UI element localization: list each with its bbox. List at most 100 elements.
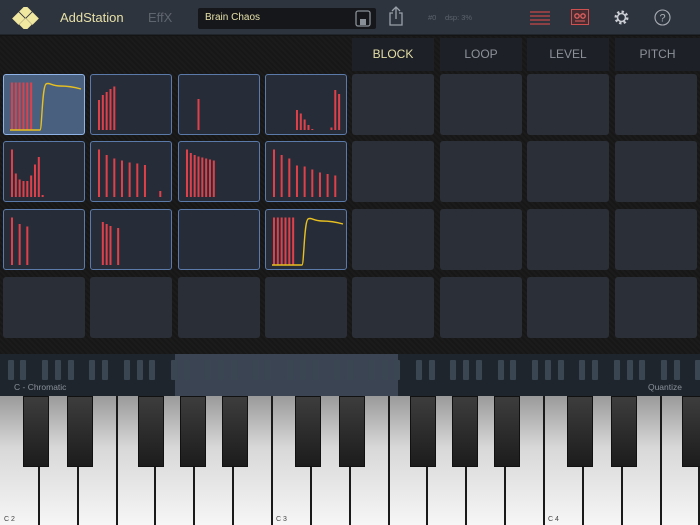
black-key[interactable] [294, 396, 321, 467]
empty-pad[interactable] [440, 74, 522, 135]
empty-pad[interactable] [352, 209, 434, 270]
mini-key [660, 360, 667, 380]
block-pad[interactable] [178, 209, 260, 270]
harmonic-bar [14, 82, 17, 130]
keyboard-range-strip[interactable]: C - Chromatic Quantize [0, 354, 700, 396]
empty-pad[interactable] [615, 141, 697, 202]
black-key[interactable] [66, 396, 93, 467]
harmonic-bar [22, 181, 25, 197]
harmonic-bar [30, 175, 33, 197]
harmonic-bar [284, 217, 287, 265]
recorder-icon[interactable] [571, 9, 589, 25]
mini-key [287, 360, 293, 380]
quantize-button[interactable]: Quantize [648, 382, 682, 392]
empty-pad[interactable] [527, 141, 609, 202]
empty-pad[interactable] [440, 209, 522, 270]
black-key[interactable] [610, 396, 637, 467]
harmonic-bar [288, 217, 291, 265]
harmonic-bar [318, 172, 321, 197]
tab-level[interactable]: LEVEL [527, 38, 609, 71]
effx-tab[interactable]: EffX [148, 10, 172, 25]
black-key[interactable] [566, 396, 593, 467]
black-key[interactable] [452, 396, 479, 467]
block-pad[interactable] [265, 74, 347, 135]
empty-pad[interactable] [615, 277, 697, 338]
share-icon[interactable] [388, 5, 404, 27]
harmonic-bar [11, 82, 13, 130]
mini-key [149, 360, 156, 380]
harmonic-bar [109, 226, 112, 265]
mini-key [394, 360, 401, 380]
black-key[interactable] [681, 396, 700, 467]
black-key[interactable] [338, 396, 365, 467]
mini-key [334, 360, 341, 380]
white-key-divider [115, 396, 118, 525]
harmonic-bar [22, 82, 25, 130]
black-key[interactable] [494, 396, 521, 467]
mini-key [265, 360, 272, 380]
empty-pad[interactable] [352, 277, 434, 338]
empty-pad[interactable] [527, 74, 609, 135]
harmonic-bar [189, 153, 192, 197]
empty-pad[interactable] [265, 277, 347, 338]
preset-name-field[interactable]: Brain Chaos [198, 8, 376, 29]
app-name-tab[interactable]: AddStation [60, 10, 124, 25]
block-pad[interactable] [3, 74, 85, 135]
logo-icon[interactable] [10, 7, 42, 29]
empty-pad[interactable] [615, 74, 697, 135]
empty-pad[interactable] [90, 277, 172, 338]
help-icon[interactable]: ? [654, 9, 671, 26]
mini-key [510, 360, 517, 380]
scale-label[interactable]: C - Chromatic [14, 382, 66, 392]
save-icon[interactable] [355, 10, 371, 27]
harmonic-bar [295, 165, 298, 197]
empty-pad[interactable] [440, 141, 522, 202]
main-area: BLOCK LOOP LEVEL PITCH [0, 36, 700, 354]
block-pad[interactable] [265, 141, 347, 202]
mini-key [463, 360, 470, 380]
mini-key [299, 360, 306, 380]
tab-loop[interactable]: LOOP [440, 38, 522, 71]
empty-pad[interactable] [352, 74, 434, 135]
black-key[interactable] [409, 396, 436, 467]
black-key[interactable] [137, 396, 164, 467]
empty-pad[interactable] [527, 209, 609, 270]
harmonic-bar [113, 86, 116, 130]
block-pad[interactable] [3, 141, 85, 202]
block-pad[interactable] [265, 209, 347, 270]
empty-pad[interactable] [440, 277, 522, 338]
mini-key [450, 360, 457, 380]
block-pad[interactable] [178, 74, 260, 135]
empty-pad[interactable] [352, 141, 434, 202]
harmonic-bar [37, 157, 40, 197]
black-key[interactable] [22, 396, 49, 467]
black-key[interactable] [180, 396, 207, 467]
black-key[interactable] [222, 396, 249, 467]
tab-block[interactable]: BLOCK [352, 38, 434, 71]
harmonic-bar [201, 157, 204, 197]
block-pad[interactable] [3, 209, 85, 270]
harmonic-bar [18, 82, 21, 130]
mini-key [639, 360, 646, 380]
gear-icon[interactable] [613, 9, 630, 26]
block-pad[interactable] [90, 209, 172, 270]
harmonic-bar [334, 90, 337, 130]
block-pad[interactable] [90, 141, 172, 202]
empty-pad[interactable] [615, 209, 697, 270]
block-pad[interactable] [178, 141, 260, 202]
harmonic-bar [197, 156, 200, 197]
harmonic-bar [311, 169, 314, 197]
octave-label-c2: C 2 [4, 516, 15, 523]
empty-pad[interactable] [3, 277, 85, 338]
empty-pad[interactable] [527, 277, 609, 338]
block-pad[interactable] [90, 74, 172, 135]
harmonic-bar [11, 149, 13, 197]
menu-icon[interactable] [530, 11, 550, 25]
mini-key [673, 360, 680, 380]
tab-pitch[interactable]: PITCH [615, 38, 700, 71]
empty-pad[interactable] [178, 277, 260, 338]
harmonic-bar [295, 110, 298, 130]
mini-key [579, 360, 586, 380]
piano-keyboard[interactable]: C 2 C 3 C 4 [0, 396, 700, 525]
white-key-divider [659, 396, 662, 525]
